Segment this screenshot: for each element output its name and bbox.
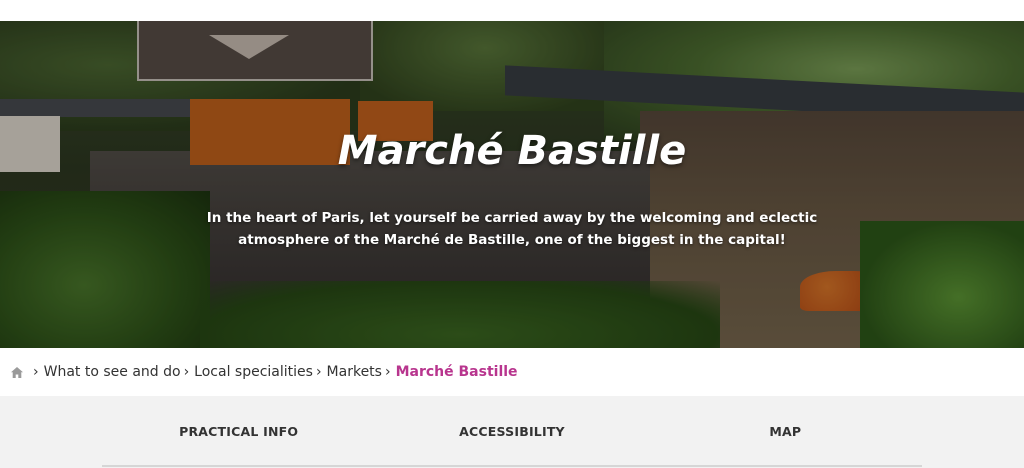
tab-accessibility[interactable]: ACCESSIBILITY xyxy=(375,396,648,466)
top-strip xyxy=(0,0,1024,21)
hero-text: Marché Bastille In the heart of Paris, l… xyxy=(0,21,1024,348)
chevron-right-icon: › xyxy=(315,364,322,380)
hero-banner: Marché Bastille In the heart of Paris, l… xyxy=(0,21,1024,348)
tabs-area: PRACTICAL INFO ACCESSIBILITY MAP xyxy=(0,396,1024,468)
breadcrumb: › What to see and do › Local specialitie… xyxy=(0,348,1024,396)
breadcrumb-item-what-to-see[interactable]: What to see and do xyxy=(44,364,181,380)
page-title: Marché Bastille xyxy=(337,128,687,174)
breadcrumb-current: Marché Bastille xyxy=(395,364,518,380)
chevron-right-icon: › xyxy=(183,364,190,380)
tab-map[interactable]: MAP xyxy=(649,396,922,466)
breadcrumb-item-local-specialities[interactable]: Local specialities xyxy=(194,364,313,380)
page-subtitle: In the heart of Paris, let yourself be c… xyxy=(206,210,818,248)
tabs-divider xyxy=(102,465,922,467)
tab-bar: PRACTICAL INFO ACCESSIBILITY MAP xyxy=(102,396,922,466)
chevron-right-icon: › xyxy=(33,364,39,380)
home-icon[interactable] xyxy=(10,365,24,379)
chevron-right-icon: › xyxy=(384,364,391,380)
breadcrumb-item-markets[interactable]: Markets xyxy=(327,364,382,380)
tab-practical-info[interactable]: PRACTICAL INFO xyxy=(102,396,375,466)
